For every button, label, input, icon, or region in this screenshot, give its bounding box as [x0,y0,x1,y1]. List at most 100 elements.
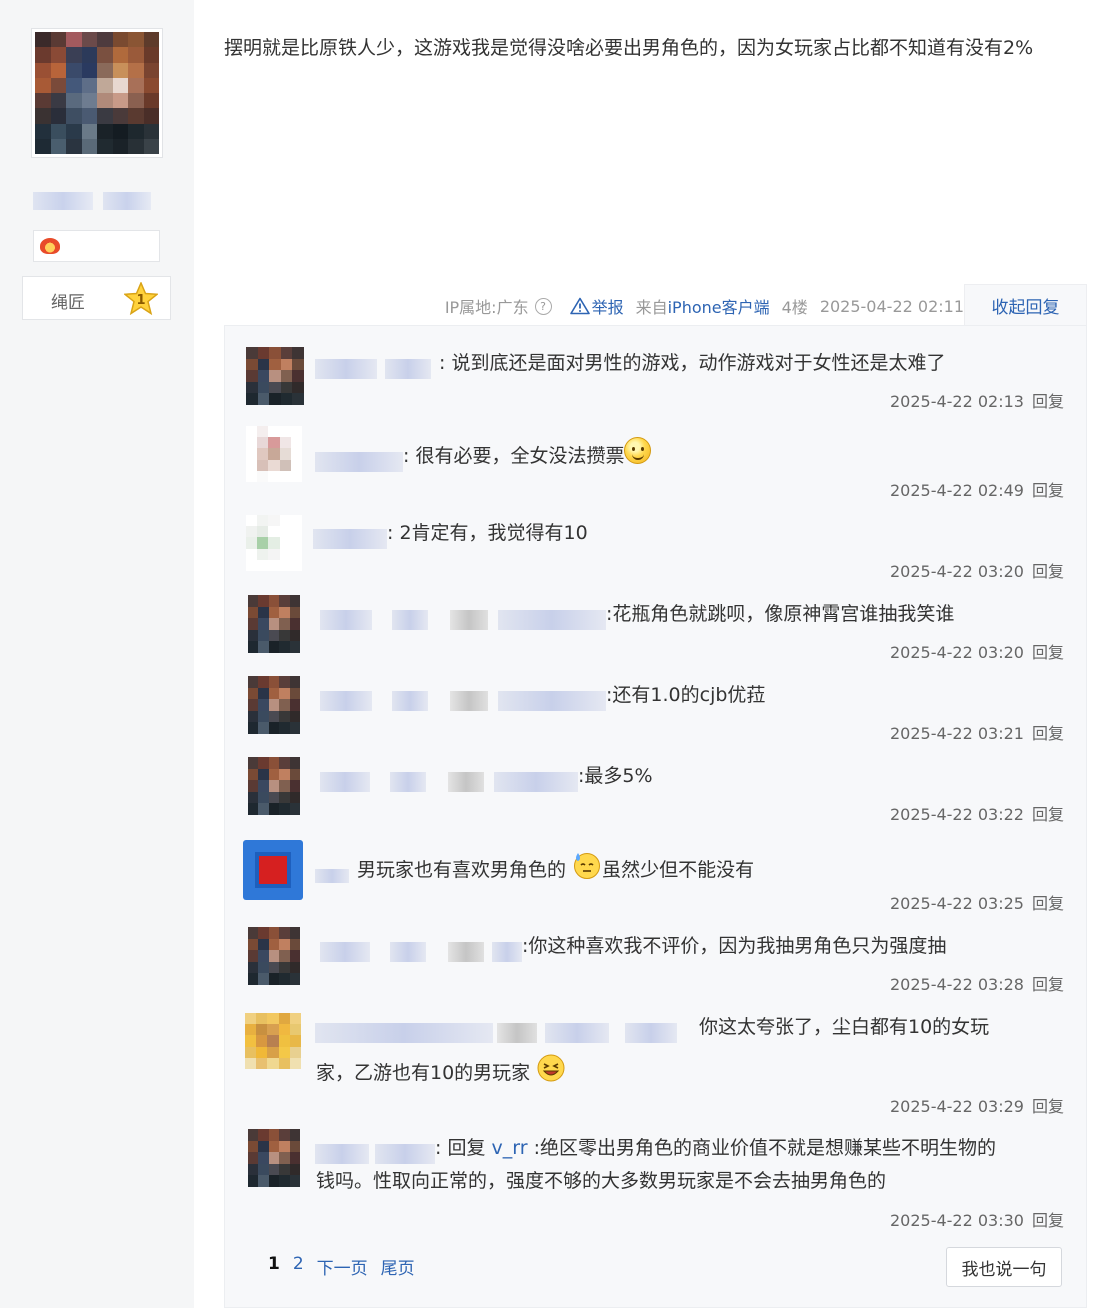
page-2-link[interactable]: 2 [293,1254,304,1279]
next-page-link[interactable]: 下一页 [317,1254,368,1279]
author-sidebar: 绳匠 1 [0,0,194,1308]
reply-username[interactable] [315,1018,699,1043]
reply-username[interactable] [315,354,439,379]
report-label: 举报 [591,298,624,317]
reply-text: : 说到底还是面对男性的游戏，动作游戏对于女性还是太难了 [439,352,946,374]
reply-username[interactable] [320,767,578,792]
reply-text-b: 钱吗。性取向正常的，强度不够的大多数男玩家是不会去抽男角色的 [316,1170,887,1192]
reply-button[interactable]: 回复 [1032,724,1064,743]
reply-button[interactable]: 回复 [1032,481,1064,500]
reply-button[interactable]: 回复 [1032,1097,1064,1116]
reply-meta: 2025-4-22 03:29 回复 [890,1093,1064,1117]
reply-avatar[interactable] [248,1129,300,1187]
reply-username[interactable] [320,605,606,630]
author-avatar-pixelated [35,32,159,154]
mention-link[interactable]: v_rr [491,1137,527,1159]
reply-text: : 2肯定有，我觉得有10 [387,522,588,544]
reply-meta: 2025-4-22 02:13 回复 [890,388,1064,412]
reply-line: :还有1.0的cjb优菈 [320,680,766,711]
reply-line: : 回复 v_rr :绝区零出男角色的商业价值不就是想赚某些不明生物的 [315,1133,996,1164]
reply-avatar[interactable] [246,347,304,405]
post-time: 2025-04-22 02:11 [819,296,964,316]
reply-line: : 说到底还是面对男性的游戏，动作游戏对于女性还是太难了 [315,348,946,379]
ip-location: IP属地:广东 [444,298,529,317]
reply-line: :花瓶角色就跳呗，像原神霄宫谁抽我笑谁 [320,599,955,630]
reply-text-a: 男玩家也有喜欢男角色的 [357,859,567,881]
post-content: 摆明就是比原铁人少，这游戏我是觉得没啥必要出男角色的，因为女玩家占比都不知道有没… [224,37,1034,59]
level-number: 1 [136,293,145,308]
smile-emoji-icon [624,437,652,464]
reply-meta: 2025-4-22 03:30 回复 [890,1207,1064,1231]
reply-avatar[interactable] [248,595,300,653]
reply-meta: 2025-4-22 03:20 回复 [890,558,1064,582]
reply-avatar[interactable] [243,840,303,900]
reply-time: 2025-4-22 03:22 [889,805,1024,824]
reply-username[interactable] [313,524,387,549]
reply-text: :最多5% [578,765,653,787]
collapse-replies-button[interactable]: 收起回复 [964,284,1087,326]
reply-meta: 2025-4-22 03:22 回复 [890,801,1064,825]
reply-username[interactable] [320,937,522,962]
reply-time: 2025-4-22 03:30 [889,1211,1024,1230]
reply-avatar[interactable] [248,676,300,734]
reply-button[interactable]: 回复 [1032,894,1064,913]
reply-text-b: 家，乙游也有10的男玩家 [316,1062,531,1084]
reply-text: :花瓶角色就跳呗，像原神霄宫谁抽我笑谁 [606,603,955,625]
client-link[interactable]: iPhone客户端 [668,298,770,317]
reply-avatar[interactable] [246,426,302,482]
reply-time: 2025-4-22 03:20 [889,643,1024,662]
reply-text: :还有1.0的cjb优菈 [606,684,766,706]
reply-text: :你这种喜欢我不评价，因为我抽男角色只为强度抽 [522,935,947,957]
reply-avatar[interactable] [246,515,302,571]
reply-button[interactable]: 回复 [1032,1211,1064,1230]
reply-meta: 2025-4-22 02:49 回复 [890,477,1064,501]
reply-time: 2025-4-22 03:21 [889,724,1024,743]
reply-line: : 2肯定有，我觉得有10 [313,518,588,549]
reply-line-2: 家，乙游也有10的男玩家 [316,1053,566,1088]
reply-pagination: 1 2 下一页 尾页 [268,1254,415,1279]
reply-text-a: :绝区零出男角色的商业价值不就是想赚某些不明生物的 [527,1137,996,1159]
reply-meta: 2025-4-22 03:25 回复 [890,890,1064,914]
reply-line: 男玩家也有喜欢男角色的 虽然少但不能没有 [315,850,754,885]
floor-number: 4楼 [781,298,808,317]
reply-line: 你这太夸张了，尘白都有10的女玩 [315,1012,989,1043]
reply-text: : 很有必要，全女没法攒票 [403,445,625,467]
reply-button[interactable]: 回复 [1032,643,1064,662]
reply-meta: 2025-4-22 03:21 回复 [890,720,1064,744]
report-button[interactable]: 举报 [569,294,624,318]
reply-username[interactable] [315,861,357,883]
reply-text-b: 虽然少但不能没有 [602,859,755,881]
reply-meta: 2025-4-22 03:20 回复 [890,639,1064,663]
reply-prefix: : 回复 [435,1137,492,1159]
level-name: 绳匠 [51,293,85,313]
reply-time: 2025-4-22 03:29 [889,1097,1024,1116]
author-name-blurred[interactable] [33,192,155,210]
reply-line: :你这种喜欢我不评价，因为我抽男角色只为强度抽 [320,931,947,962]
reply-avatar[interactable] [248,927,300,985]
author-level[interactable]: 绳匠 1 [22,276,171,320]
warning-icon [569,297,590,315]
reply-time: 2025-4-22 03:28 [889,975,1024,994]
reply-time: 2025-4-22 03:25 [889,894,1024,913]
reply-avatar[interactable] [248,757,300,815]
reply-line: :最多5% [320,761,653,792]
badge-icon [40,238,60,254]
reply-username[interactable] [320,686,606,711]
client-prefix: 来自 [635,298,668,317]
reply-avatar[interactable] [245,1013,301,1069]
help-icon[interactable]: ? [534,297,552,315]
add-reply-button[interactable]: 我也说一句 [946,1247,1062,1287]
reply-button[interactable]: 回复 [1032,805,1064,824]
sweat-emoji-icon [574,853,601,879]
author-avatar[interactable] [31,28,163,158]
reply-button[interactable]: 回复 [1032,562,1064,581]
level-star-icon: 1 [124,282,158,315]
last-page-link[interactable]: 尾页 [381,1254,415,1279]
reply-username[interactable] [315,1139,435,1164]
reply-button[interactable]: 回复 [1032,975,1064,994]
reply-username[interactable] [315,447,403,472]
author-badge[interactable] [33,230,160,262]
reply-time: 2025-4-22 03:20 [889,562,1024,581]
post-client: 来自iPhone客户端 [636,294,770,318]
reply-button[interactable]: 回复 [1032,392,1064,411]
